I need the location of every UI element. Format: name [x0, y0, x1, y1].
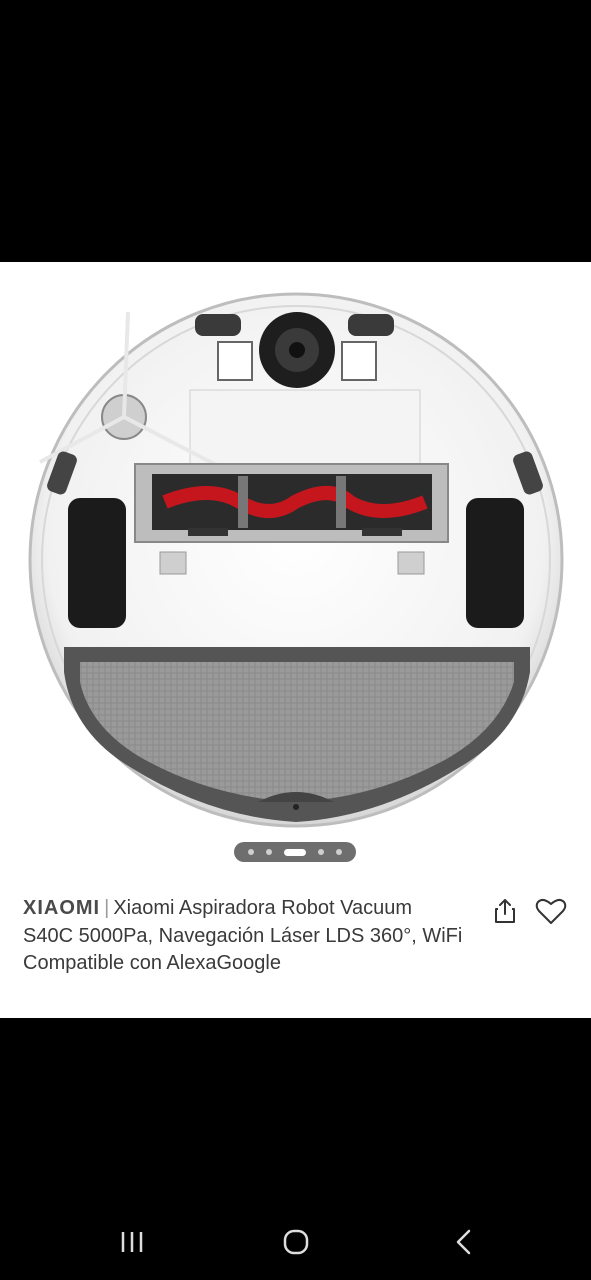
- share-button[interactable]: [488, 894, 522, 928]
- brand-separator: |: [104, 897, 110, 919]
- back-icon: [456, 1229, 471, 1255]
- share-icon: [495, 899, 515, 923]
- pager-dot[interactable]: [318, 849, 324, 855]
- pager-dot-active[interactable]: [284, 848, 306, 856]
- pager-dot[interactable]: [248, 849, 254, 855]
- heart-icon: [535, 898, 567, 924]
- favorite-button[interactable]: [534, 894, 568, 928]
- pager-dot[interactable]: [266, 849, 272, 855]
- home-button[interactable]: [276, 1222, 316, 1262]
- recents-icon: [121, 1232, 143, 1252]
- product-image[interactable]: [0, 262, 591, 842]
- home-icon: [283, 1229, 309, 1255]
- back-button[interactable]: [444, 1222, 484, 1262]
- product-title: XIAOMI | Xiaomi Aspiradora Robot Vacuum S4…: [23, 895, 463, 978]
- image-pager[interactable]: [234, 842, 356, 862]
- system-navigation-bar: [0, 1200, 591, 1280]
- pager-dot[interactable]: [336, 849, 342, 855]
- recents-button[interactable]: [112, 1222, 152, 1262]
- brand-name[interactable]: XIAOMI: [23, 897, 100, 919]
- product-content: XIAOMI | Xiaomi Aspiradora Robot Vacuum S4…: [0, 262, 591, 1018]
- status-area: [0, 0, 591, 262]
